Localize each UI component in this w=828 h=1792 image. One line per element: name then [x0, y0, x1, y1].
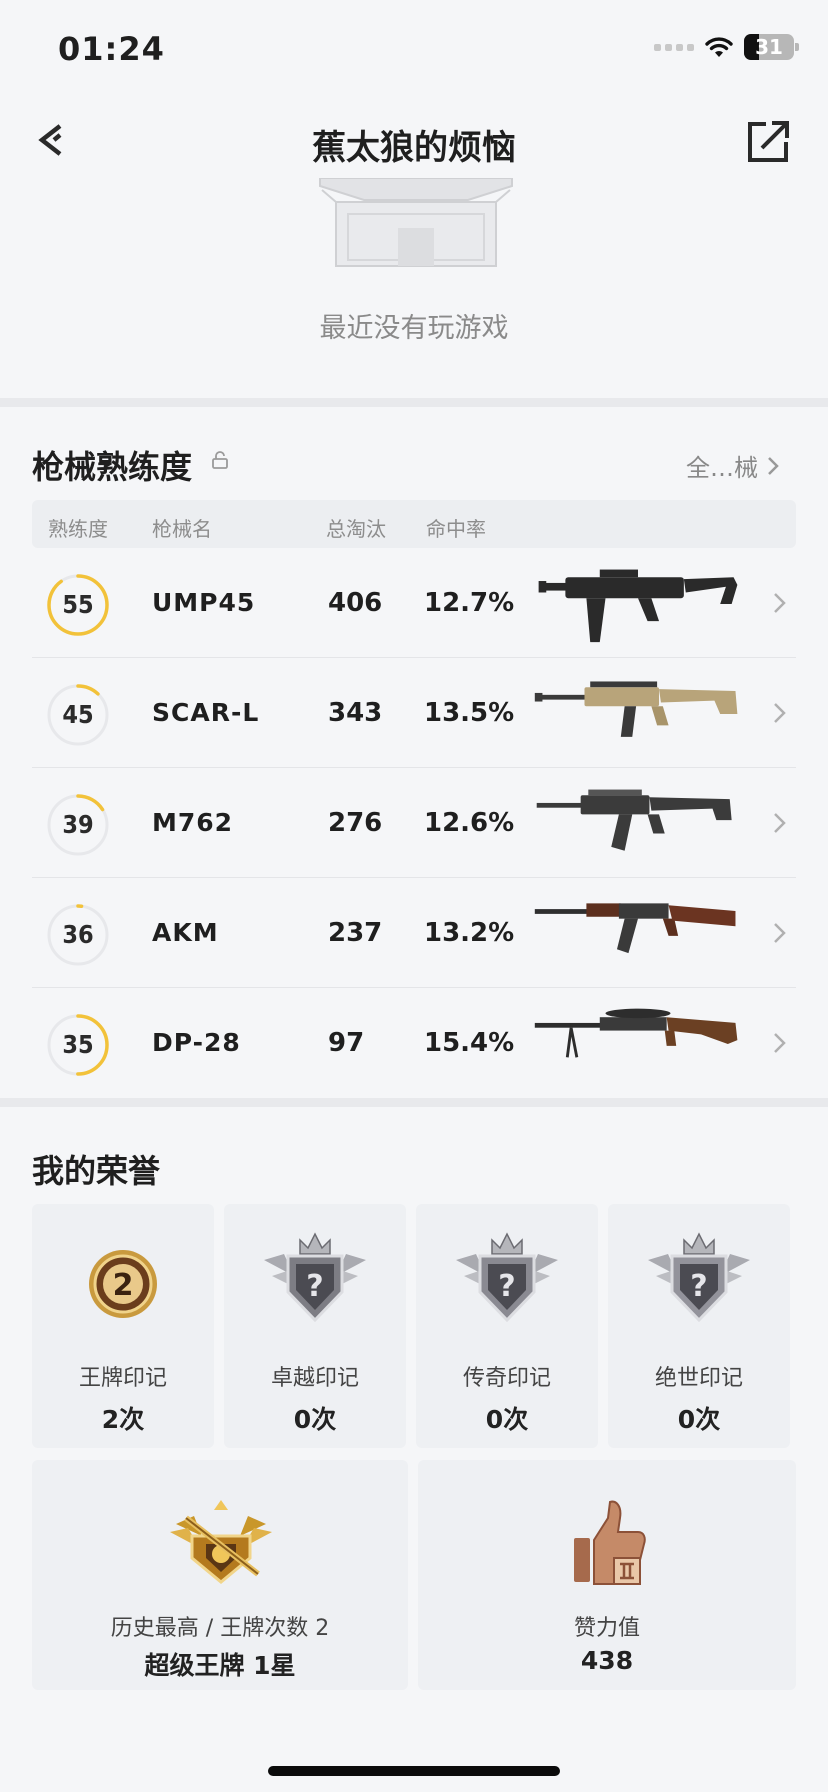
best-tier-value: 超级王牌 1星	[144, 1651, 296, 1680]
weapon-name: SCAR-L	[152, 698, 260, 727]
likes-value: 438	[580, 1646, 634, 1675]
legend-mark-icon: ?	[452, 1230, 562, 1334]
status-indicators: 31	[654, 34, 799, 60]
chevron-right-icon	[774, 703, 786, 723]
all-weapons-label: 全…械	[686, 454, 758, 482]
weapon-kills: 276	[328, 808, 383, 838]
header-accuracy: 命中率	[426, 517, 486, 541]
section-divider	[0, 398, 828, 407]
honor-mark-label: 王牌印记	[78, 1366, 167, 1391]
status-bar: 01:24 31	[0, 0, 828, 96]
honor-mark-count: 0次	[293, 1405, 337, 1434]
battery-icon: 31	[744, 34, 799, 60]
wifi-icon	[705, 37, 733, 57]
weapon-accuracy: 15.4%	[424, 1028, 515, 1058]
chevron-right-icon	[774, 923, 786, 943]
excellence-mark-icon: ?	[260, 1230, 370, 1334]
honors-section-title: 我的荣誉	[32, 1152, 161, 1190]
weapon-image	[534, 903, 736, 954]
empty-state-text: 最近没有玩游戏	[319, 313, 509, 344]
weapon-row[interactable]: 39 M762 276 12.6%	[32, 768, 796, 878]
thumbs-up-icon	[574, 1500, 646, 1585]
header-kills: 总淘汰	[326, 517, 386, 541]
honor-mark-label: 卓越印记	[270, 1366, 359, 1391]
weapon-name: AKM	[152, 918, 219, 947]
weapon-name: DP-28	[152, 1028, 241, 1057]
best-tier-card[interactable]: 历史最高 / 王牌次数 2 超级王牌 1星	[32, 1460, 408, 1690]
honor-mark-label: 传奇印记	[462, 1366, 551, 1391]
honor-mark-card[interactable]: ? 传奇印记 0次	[416, 1204, 598, 1448]
honor-mark-card[interactable]: ? 卓越印记 0次	[224, 1204, 406, 1448]
weapon-kills: 237	[328, 918, 383, 948]
proficiency-level: 35	[62, 1030, 94, 1059]
weapon-accuracy: 12.6%	[424, 808, 515, 838]
likes-label: 赞力值	[573, 1616, 640, 1641]
weapon-kills: 406	[328, 588, 383, 618]
chevron-right-icon	[774, 1033, 786, 1053]
weapon-image	[538, 569, 738, 643]
weapon-image	[534, 1008, 738, 1058]
peerless-mark-icon: ?	[644, 1230, 754, 1334]
honor-mark-count: 0次	[485, 1405, 529, 1434]
weapon-image	[534, 681, 738, 737]
svg-text:?: ?	[306, 1269, 323, 1304]
honor-mark-label: 绝世印记	[654, 1366, 743, 1391]
weapon-row[interactable]: 36 AKM 237 13.2%	[32, 878, 796, 988]
proficiency-level: 55	[62, 590, 94, 619]
super-ace-tier-icon	[170, 1500, 272, 1584]
battery-level: 31	[755, 35, 783, 59]
chevron-right-icon	[774, 813, 786, 833]
page-title: 蕉太狼的烦恼	[312, 128, 516, 168]
proficiency-level: 39	[62, 810, 94, 839]
svg-text:?: ?	[498, 1269, 515, 1304]
weapon-accuracy: 13.5%	[424, 698, 515, 728]
weapon-image	[536, 789, 732, 851]
share-icon[interactable]	[738, 110, 798, 170]
weapon-section-title: 枪械熟练度	[32, 448, 193, 486]
home-indicator[interactable]	[268, 1766, 560, 1776]
weapon-accuracy: 13.2%	[424, 918, 515, 948]
cellular-signal-icon	[654, 43, 694, 51]
weapon-kills: 343	[328, 698, 383, 728]
chevron-right-icon	[774, 593, 786, 613]
weapon-table-header: 熟练度 枪械名 总淘汰 命中率	[32, 500, 796, 548]
proficiency-level: 36	[62, 920, 94, 949]
status-time: 01:24	[58, 30, 165, 68]
weapon-row[interactable]: 55 UMP45 406 12.7%	[32, 548, 796, 658]
weapon-row[interactable]: 35 DP-28 97 15.4%	[32, 988, 796, 1098]
section-divider	[0, 1098, 828, 1107]
weapon-accuracy: 12.7%	[424, 588, 515, 618]
proficiency-level: 45	[62, 700, 94, 729]
header-weapon-name: 枪械名	[152, 517, 212, 541]
ace-mark-icon: 2	[85, 1246, 161, 1326]
weapon-kills: 97	[328, 1028, 365, 1058]
honor-mark-count: 0次	[677, 1405, 721, 1434]
weapon-name: UMP45	[152, 588, 256, 617]
honor-mark-card[interactable]: ? 绝世印记 0次	[608, 1204, 790, 1448]
empty-box-icon	[319, 178, 513, 267]
best-tier-label: 历史最高 / 王牌次数 2	[110, 1616, 330, 1641]
all-weapons-link[interactable]: 全…械	[686, 448, 780, 483]
weapon-row[interactable]: 45 SCAR-L 343 13.5%	[32, 658, 796, 768]
honor-mark-count: 2次	[101, 1405, 145, 1434]
lock-icon[interactable]	[210, 450, 230, 470]
svg-text:?: ?	[690, 1269, 707, 1304]
svg-text:2: 2	[113, 1268, 134, 1303]
header-proficiency: 熟练度	[48, 517, 108, 541]
likes-card[interactable]: 赞力值 438	[418, 1460, 796, 1690]
nav-bar: 蕉太狼的烦恼	[0, 96, 828, 186]
honor-mark-card[interactable]: 2 王牌印记 2次	[32, 1204, 214, 1448]
chevron-right-icon	[768, 456, 779, 475]
weapon-name: M762	[152, 808, 234, 837]
